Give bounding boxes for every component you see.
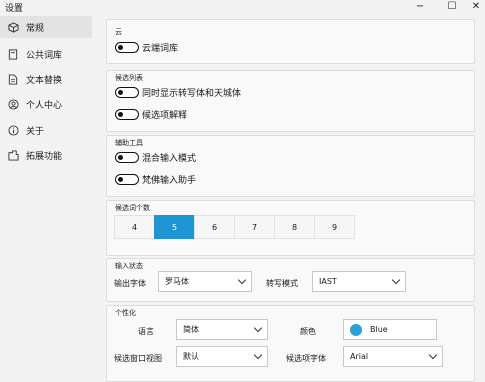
candidate-count-option-selected[interactable]: 5 (154, 215, 195, 239)
sidebar-item-label: 公共词库 (26, 50, 63, 61)
section-title: 候选列表 (115, 74, 143, 82)
candidate-count-option[interactable]: 8 (274, 215, 315, 239)
candidate-count-option[interactable]: 6 (194, 215, 235, 239)
title-bar: 设置 − ☐ ✕ (0, 0, 485, 14)
output-font-label: 输出字体 (114, 279, 146, 288)
mixed-input-toggle[interactable]: 混合输入模式 (115, 151, 196, 164)
minimize-button[interactable]: − (405, 0, 435, 14)
book-icon (0, 48, 26, 60)
toggle-label: 梵佛输入助手 (142, 176, 197, 186)
sidebar-item-label: 拓展功能 (26, 151, 63, 162)
section-title: 云 (115, 28, 122, 36)
toggle-switch[interactable] (115, 109, 139, 120)
sanskrit-assistant-toggle[interactable]: 梵佛输入助手 (115, 173, 196, 186)
info-icon (0, 124, 26, 136)
toggle-label: 混合输入模式 (142, 154, 197, 164)
output-font-dropdown[interactable]: 罗马体 (158, 271, 252, 292)
candidate-view-label: 候选窗口视图 (114, 354, 162, 363)
chevron-down-icon (237, 275, 247, 285)
candidate-list-section: 候选列表 同时显示转写体和天城体 候选项解释 (106, 70, 475, 132)
dropdown-value: 罗马体 (165, 277, 189, 286)
sidebar-item-extensions[interactable]: 拓展功能 (0, 144, 92, 166)
language-dropdown[interactable]: 简体 (176, 319, 268, 340)
sidebar-item-label: 关于 (26, 126, 45, 137)
candidate-font-label: 候选项字体 (286, 354, 326, 363)
transliteration-label: 转写模式 (266, 279, 298, 288)
tools-section: 辅助工具 混合输入模式 梵佛输入助手 (106, 135, 475, 197)
candidate-count-option[interactable]: 4 (114, 215, 155, 239)
color-picker[interactable]: Blue (343, 319, 437, 340)
section-title: 个性化 (115, 309, 136, 317)
color-label: 颜色 (300, 327, 316, 336)
cube-icon (0, 21, 26, 33)
candidate-font-dropdown[interactable]: Arial (343, 346, 443, 367)
dropdown-value: Arial (350, 352, 369, 361)
personalization-section: 个性化 (106, 305, 475, 382)
color-swatch (350, 323, 362, 336)
candidate-count-option[interactable]: 9 (314, 215, 355, 239)
sidebar: 常规 公共词库 文本替换 个人中心 关于 拓展功能 (0, 14, 95, 382)
sidebar-item-general[interactable]: 常规 (0, 16, 92, 38)
close-button[interactable]: ✕ (461, 0, 485, 14)
dropdown-value: IAST (319, 277, 337, 286)
toggle-switch[interactable] (115, 152, 139, 163)
color-value: Blue (370, 325, 388, 334)
toggle-label: 云端词库 (142, 44, 179, 54)
window-title: 设置 (5, 4, 24, 14)
toggle-switch[interactable] (115, 174, 139, 185)
chevron-down-icon (253, 350, 263, 360)
section-title: 候选词个数 (115, 204, 150, 212)
section-title: 输入状态 (115, 262, 143, 270)
candidate-view-dropdown[interactable]: 默认 (176, 346, 268, 367)
candidate-count-selector: 4 5 6 7 8 9 (114, 215, 355, 239)
dropdown-value: 默认 (183, 352, 199, 361)
extension-icon (0, 149, 26, 161)
sidebar-item-about[interactable]: 关于 (0, 119, 92, 141)
document-icon (0, 73, 26, 85)
toggle-label: 同时显示转写体和天城体 (142, 89, 242, 99)
toggle-switch[interactable] (115, 87, 139, 98)
chevron-down-icon (428, 350, 438, 360)
cloud-dictionary-toggle[interactable]: 云端词库 (115, 41, 178, 54)
dropdown-value: 简体 (183, 325, 199, 334)
sidebar-item-label: 文本替换 (26, 75, 63, 86)
candidate-count-option[interactable]: 7 (234, 215, 275, 239)
settings-content: 云 云端词库 候选列表 同时显示转写体和天城体 候选项解释 辅助工具 混合输入模… (100, 14, 485, 382)
sidebar-item-public-dictionary[interactable]: 公共词库 (0, 43, 92, 65)
sidebar-item-personal-center[interactable]: 个人中心 (0, 93, 92, 115)
person-icon (0, 98, 26, 110)
sidebar-item-label: 常规 (26, 23, 45, 34)
transliteration-dropdown[interactable]: IAST (312, 271, 406, 292)
sidebar-item-label: 个人中心 (26, 100, 63, 111)
toggle-label: 候选项解释 (142, 111, 188, 121)
chevron-down-icon (253, 323, 263, 333)
section-title: 辅助工具 (115, 139, 143, 147)
show-both-scripts-toggle[interactable]: 同时显示转写体和天城体 (115, 86, 241, 99)
toggle-switch[interactable] (115, 42, 139, 53)
candidate-explanation-toggle[interactable]: 候选项解释 (115, 108, 187, 121)
cloud-section: 云 云端词库 (106, 19, 475, 64)
sidebar-item-text-replace[interactable]: 文本替换 (0, 68, 92, 90)
language-label: 语言 (138, 327, 154, 336)
chevron-down-icon (391, 275, 401, 285)
